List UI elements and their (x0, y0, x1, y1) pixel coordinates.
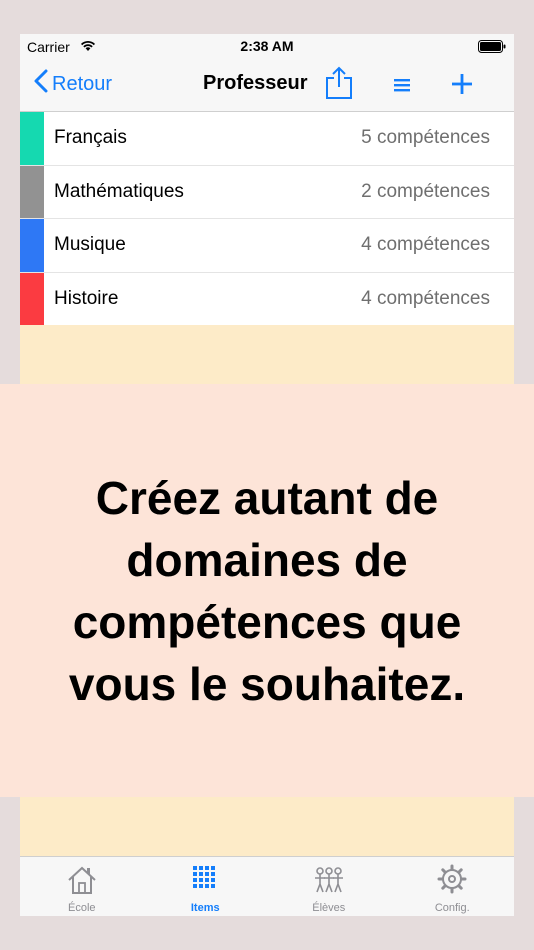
gear-icon (437, 864, 467, 899)
grid-icon (192, 864, 218, 897)
color-swatch (20, 219, 44, 272)
skill-count: 4 compétences (361, 287, 490, 309)
tab-items[interactable]: Items (144, 857, 268, 916)
tab-ecole[interactable]: École (20, 857, 144, 916)
students-icon (313, 864, 345, 901)
add-icon[interactable] (452, 74, 472, 99)
color-swatch (20, 112, 44, 165)
status-bar: Carrier 2:38 AM (20, 34, 514, 58)
tab-label: Élèves (312, 902, 346, 914)
domain-name: Musique (54, 234, 126, 256)
chevron-left-icon (34, 69, 48, 99)
skill-count: 5 compétences (361, 127, 490, 149)
list-item[interactable]: Musique 4 compétences (20, 219, 514, 273)
tab-label: Config. (434, 902, 470, 914)
tab-label: Items (190, 902, 220, 914)
color-swatch (20, 272, 44, 325)
back-button[interactable]: Retour (34, 69, 113, 99)
tab-label: École (67, 902, 96, 914)
domain-name: Français (54, 127, 127, 149)
color-swatch (20, 165, 44, 218)
list-menu-icon[interactable] (394, 78, 410, 97)
navigation-bar: Retour Professeur (20, 58, 514, 112)
list-item[interactable]: Histoire 4 compétences (20, 272, 514, 325)
domain-name: Histoire (54, 287, 119, 309)
skill-count: 4 compétences (361, 234, 490, 256)
share-icon[interactable] (324, 66, 354, 105)
list-item[interactable]: Français 5 compétences (20, 112, 514, 166)
battery-icon (478, 40, 506, 56)
tab-eleves[interactable]: Élèves (267, 857, 391, 916)
promo-banner: Créez autant de domaines de compétences … (0, 384, 534, 797)
tab-config[interactable]: Config. (391, 857, 515, 916)
house-icon (66, 864, 98, 901)
domain-name: Mathématiques (54, 180, 184, 202)
domain-list: Français 5 compétences Mathématiques 2 c… (20, 112, 514, 325)
back-label: Retour (52, 72, 113, 95)
page-title: Professeur (203, 72, 308, 94)
skill-count: 2 compétences (361, 180, 490, 202)
promo-text: Créez autant de domaines de compétences … (68, 471, 466, 710)
list-item[interactable]: Mathématiques 2 compétences (20, 165, 514, 219)
clock: 2:38 AM (240, 38, 294, 54)
tab-bar: École Items Élèves Config. (20, 856, 514, 916)
